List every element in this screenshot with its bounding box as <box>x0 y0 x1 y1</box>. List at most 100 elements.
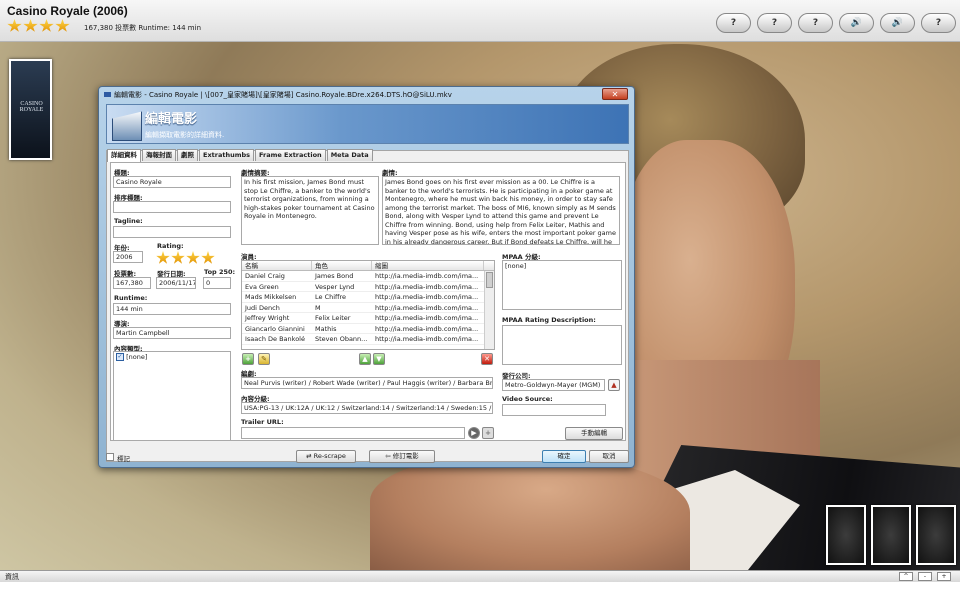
add-actor-icon[interactable]: + <box>242 353 254 365</box>
plot-textarea[interactable]: James Bond goes on his first ever missio… <box>382 176 620 245</box>
details-form: 標題: Casino Royale 排序標題: Tagline: 年份: 200… <box>110 162 626 441</box>
ok-button[interactable]: 確定 <box>542 450 586 463</box>
minus-button[interactable]: - <box>918 572 932 581</box>
actor-thumb-url: http://ia.media-imdb.com/ima... <box>375 282 479 291</box>
director-input[interactable]: Martin Campbell <box>113 327 231 339</box>
top250-input[interactable]: 0 <box>203 277 231 289</box>
table-row[interactable]: Jeffrey Wright Felix Leiter http://ia.medi… <box>242 313 494 324</box>
actor-role: Le Chiffre <box>315 293 347 301</box>
table-row[interactable]: Judi Dench Mhttp://ia.media-imdb.com/ima.… <box>242 303 494 313</box>
collapse-button[interactable]: ^ <box>899 572 913 581</box>
studio-select-icon[interactable]: ▲ <box>608 379 620 391</box>
outline-textarea[interactable]: In his first mission, James Bond must st… <box>241 176 379 245</box>
close-button[interactable]: ✕ <box>602 88 628 100</box>
tab-details[interactable]: 詳細資料 <box>107 149 141 162</box>
credits-input[interactable]: Neal Purvis (writer) / Robert Wade (writ… <box>241 377 493 389</box>
certification-input[interactable]: USA:PG-13 / UK:12A / UK:12 / Switzerland… <box>241 402 493 414</box>
video-source-input[interactable] <box>502 404 606 416</box>
table-row[interactable]: Daniel Craig James Bond http://ia.media-im… <box>242 271 494 282</box>
actor-role: James Bond <box>315 272 354 280</box>
trailer-input[interactable] <box>241 427 465 439</box>
movie-title: Casino Royale (2006) <box>7 4 128 18</box>
actor-thumb-url: http://ia.media-imdb.com/ima... <box>375 272 479 280</box>
extrathumb[interactable] <box>871 505 911 565</box>
tab-strip: 詳細資料 海報封面 劇照 Extrathumbs Frame Extractio… <box>107 149 373 162</box>
flag-button[interactable]: ? <box>798 13 833 33</box>
genre-checkbox[interactable]: ✓ <box>116 353 124 361</box>
scrollbar-thumb[interactable] <box>486 272 493 288</box>
video-source-label: Video Source: <box>502 395 553 403</box>
manual-edit-button[interactable]: 手動編輯 <box>565 427 623 440</box>
table-row[interactable]: Giancarlo Giannini Mathis http://ia.media-… <box>242 324 494 334</box>
app-icon <box>104 92 111 97</box>
star-icon[interactable] <box>201 251 215 264</box>
cancel-button[interactable]: 取消 <box>589 450 629 463</box>
info-bar: 資訊 ^ - + <box>0 570 960 582</box>
star-icon[interactable] <box>156 251 170 264</box>
star-icon[interactable] <box>186 251 200 264</box>
release-input[interactable]: 2006/11/17 <box>156 277 196 289</box>
rating-stars <box>7 19 71 33</box>
audio-flag-icon[interactable]: 🔊 <box>880 13 915 33</box>
col-name[interactable]: 名稱 <box>242 261 312 270</box>
flag-button[interactable]: ? <box>716 13 751 33</box>
actor-name: Mads Mikkelsen <box>245 293 297 301</box>
actor-thumb-url: http://ia.media-imdb.com/ima... <box>375 314 479 322</box>
play-trailer-icon[interactable]: ▶ <box>468 427 480 439</box>
tab-meta-data[interactable]: Meta Data <box>326 149 373 161</box>
add-trailer-icon[interactable]: + <box>482 427 494 439</box>
top250-label: Top 250: <box>204 268 236 276</box>
info-label: 資訊 <box>5 573 19 581</box>
sort-title-input[interactable] <box>113 201 231 213</box>
tagline-label: Tagline: <box>114 217 143 225</box>
extrathumb[interactable] <box>916 505 956 565</box>
runtime-input[interactable]: 144 min <box>113 303 231 315</box>
mark-checkbox[interactable] <box>106 453 114 461</box>
extrathumb[interactable] <box>826 505 866 565</box>
mpaa-list[interactable]: [none] <box>502 260 622 310</box>
actor-name: Giancarlo Giannini <box>245 324 305 333</box>
table-row[interactable]: Eva Green Vesper Lynd http://ia.media-imdb… <box>242 282 494 292</box>
plus-button[interactable]: + <box>937 572 951 581</box>
star-icon <box>7 19 22 32</box>
remove-actor-icon[interactable]: ✕ <box>481 353 493 365</box>
move-down-icon[interactable]: ▼ <box>373 353 385 365</box>
media-flags: ? ? ? 🔊 🔊 ? <box>716 13 956 33</box>
table-row[interactable]: Isaach De Bankolé Steven Obann... http://i… <box>242 334 494 345</box>
star-icon[interactable] <box>171 251 185 264</box>
actor-name: Jeffrey Wright <box>245 314 290 322</box>
actor-thumb-url: http://ia.media-imdb.com/ima... <box>375 303 479 312</box>
tagline-input[interactable] <box>113 226 231 238</box>
title-input[interactable]: Casino Royale <box>113 176 231 188</box>
votes-input[interactable]: 167,380 <box>113 277 151 289</box>
actor-thumb-url: http://ia.media-imdb.com/ima... <box>375 324 479 333</box>
edit-movie-button[interactable]: ⇦ 修訂電影 <box>369 450 435 463</box>
flag-button[interactable]: ? <box>921 13 956 33</box>
table-row[interactable]: Mads Mikkelsen Le Chiffre http://ia.media-… <box>242 292 494 303</box>
actors-table[interactable]: 名稱 角色 縮圖 Daniel Craig James Bond http://ia… <box>241 260 495 350</box>
actor-role: Felix Leiter <box>315 314 351 322</box>
mpaa-desc-textarea[interactable] <box>502 325 622 365</box>
tab-poster[interactable]: 海報封面 <box>142 149 176 161</box>
audio-flag-icon[interactable]: 🔊 <box>839 13 874 33</box>
rating-editor[interactable] <box>156 251 216 265</box>
flag-button[interactable]: ? <box>757 13 792 33</box>
actor-name: Eva Green <box>245 282 279 291</box>
col-thumb[interactable]: 縮圖 <box>372 261 484 270</box>
year-input[interactable]: 2006 <box>113 251 143 263</box>
genre-list[interactable]: ✓ [none] <box>113 351 231 441</box>
rating-label: Rating: <box>157 242 184 250</box>
rescrape-button[interactable]: ⇄ Re-scrape <box>296 450 356 463</box>
studio-input[interactable]: Metro-Goldwyn-Mayer (MGM) <box>502 379 605 391</box>
tab-frame-extraction[interactable]: Frame Extraction <box>255 149 326 161</box>
banner-title: 編輯電影 <box>145 112 198 127</box>
poster-thumbnail[interactable]: CASINO ROYALE <box>9 59 52 160</box>
move-up-icon[interactable]: ▲ <box>359 353 371 365</box>
tab-fanart[interactable]: 劇照 <box>177 149 198 161</box>
actor-thumb-url: http://ia.media-imdb.com/ima... <box>375 335 479 343</box>
tab-extrathumbs[interactable]: Extrathumbs <box>199 149 254 161</box>
actors-scrollbar[interactable] <box>484 271 494 349</box>
edit-actor-icon[interactable]: ✎ <box>258 353 270 365</box>
col-role[interactable]: 角色 <box>312 261 372 270</box>
edit-movie-label: 修訂電影 <box>392 452 419 460</box>
